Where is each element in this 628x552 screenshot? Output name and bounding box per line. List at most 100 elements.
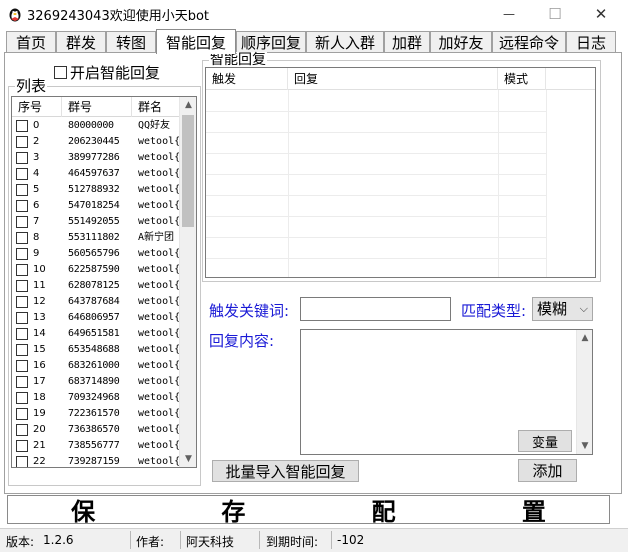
tab-home[interactable]: 首页: [6, 31, 56, 53]
close-button[interactable]: ✕: [578, 0, 624, 28]
row-checkbox[interactable]: [16, 328, 28, 340]
row-no: 11: [33, 280, 46, 291]
column-header-no[interactable]: 序号: [12, 97, 62, 117]
scroll-thumb[interactable]: [182, 115, 194, 227]
row-checkbox[interactable]: [16, 248, 28, 260]
row-group-id: 683261000: [68, 360, 120, 371]
list-item[interactable]: 9 560565796 wetool{: [12, 246, 180, 262]
status-separator: [180, 531, 181, 549]
row-checkbox[interactable]: [16, 424, 28, 436]
row-no: 22: [33, 456, 46, 467]
row-group-id: 643787684: [68, 296, 120, 307]
list-item[interactable]: 17 683714890 wetool{: [12, 374, 180, 390]
keyword-input[interactable]: [300, 297, 451, 321]
row-checkbox[interactable]: [16, 184, 28, 196]
variable-button[interactable]: 变量: [518, 430, 572, 452]
column-header-reply[interactable]: 回复: [288, 68, 498, 90]
row-group-name: QQ好友: [138, 120, 171, 131]
list-item[interactable]: 7 551492055 wetool{: [12, 214, 180, 230]
row-checkbox[interactable]: [16, 232, 28, 244]
row-checkbox[interactable]: [16, 280, 28, 292]
batch-import-button[interactable]: 批量导入智能回复: [212, 460, 359, 482]
row-checkbox[interactable]: [16, 456, 28, 467]
row-no: 2: [33, 136, 40, 147]
row-checkbox[interactable]: [16, 264, 28, 276]
enable-smart-reply-checkbox[interactable]: 开启智能回复: [54, 62, 160, 83]
textarea-scroll-up-icon[interactable]: ▲: [577, 330, 593, 346]
row-group-id: 547018254: [68, 200, 120, 211]
row-checkbox[interactable]: [16, 408, 28, 420]
scroll-down-icon[interactable]: ▼: [180, 451, 196, 467]
row-group-id: 551492055: [68, 216, 120, 227]
group-list[interactable]: 序号 群号 群名 0 80000000 QQ好友 2 206230445 wetool{3…: [11, 96, 197, 468]
list-item[interactable]: 20 736386570 wetool{: [12, 422, 180, 438]
match-type-select[interactable]: 模糊 ⌵: [532, 297, 593, 321]
list-item[interactable]: 12 643787684 wetool{: [12, 294, 180, 310]
row-checkbox[interactable]: [16, 152, 28, 164]
expire-label: 到期时间:: [266, 535, 319, 549]
row-group-name: wetool{: [138, 360, 180, 371]
list-item[interactable]: 16 683261000 wetool{: [12, 358, 180, 374]
list-item[interactable]: 22 739287159 wetool{: [12, 454, 180, 467]
list-item[interactable]: 11 628078125 wetool{: [12, 278, 180, 294]
tab-smart-reply[interactable]: 智能回复: [156, 29, 236, 54]
row-checkbox[interactable]: [16, 344, 28, 356]
row-checkbox[interactable]: [16, 312, 28, 324]
enable-checkbox-box[interactable]: [54, 66, 67, 79]
list-item[interactable]: 0 80000000 QQ好友: [12, 118, 180, 134]
list-item[interactable]: 10 622587590 wetool{: [12, 262, 180, 278]
list-item[interactable]: 8 553111802 A新宁团: [12, 230, 180, 246]
row-group-name: wetool{: [138, 392, 180, 403]
status-separator: [130, 531, 131, 549]
grid-line: [206, 258, 546, 259]
tab-join-group[interactable]: 加群: [384, 31, 430, 53]
row-checkbox[interactable]: [16, 120, 28, 132]
row-no: 4: [33, 168, 40, 179]
minimize-button[interactable]: —: [486, 0, 532, 28]
row-checkbox[interactable]: [16, 440, 28, 452]
grid-line: [206, 237, 546, 238]
list-item[interactable]: 19 722361570 wetool{: [12, 406, 180, 422]
reply-rules-table[interactable]: 触发 回复 模式: [205, 67, 596, 278]
column-header-group-name[interactable]: 群名: [132, 97, 180, 117]
maximize-button[interactable]: ☐: [532, 0, 578, 28]
textarea-scroll-down-icon[interactable]: ▼: [577, 438, 593, 454]
column-header-trigger[interactable]: 触发: [206, 68, 288, 90]
column-header-group-id[interactable]: 群号: [62, 97, 132, 117]
list-item[interactable]: 3 389977286 wetool{: [12, 150, 180, 166]
list-item[interactable]: 15 653548688 wetool{: [12, 342, 180, 358]
row-group-id: 512788932: [68, 184, 120, 195]
list-item[interactable]: 18 709324968 wetool{: [12, 390, 180, 406]
list-item[interactable]: 13 646806957 wetool{: [12, 310, 180, 326]
row-checkbox[interactable]: [16, 296, 28, 308]
tab-add-friend[interactable]: 加好友: [430, 31, 492, 53]
row-checkbox[interactable]: [16, 392, 28, 404]
row-group-id: 738556777: [68, 440, 120, 451]
row-no: 0: [33, 120, 40, 131]
add-button[interactable]: 添加: [518, 459, 577, 482]
list-item[interactable]: 14 649651581 wetool{: [12, 326, 180, 342]
list-item[interactable]: 4 464597637 wetool{: [12, 166, 180, 182]
group-list-scrollbar[interactable]: ▲ ▼: [179, 97, 196, 467]
row-checkbox[interactable]: [16, 376, 28, 388]
tab-convert-image[interactable]: 转图: [106, 31, 156, 53]
tab-group-send[interactable]: 群发: [56, 31, 106, 53]
row-no: 6: [33, 200, 40, 211]
row-checkbox[interactable]: [16, 168, 28, 180]
row-checkbox[interactable]: [16, 136, 28, 148]
list-item[interactable]: 5 512788932 wetool{: [12, 182, 180, 198]
tab-sequential-reply[interactable]: 顺序回复: [236, 31, 306, 53]
list-item[interactable]: 2 206230445 wetool{: [12, 134, 180, 150]
row-checkbox[interactable]: [16, 216, 28, 228]
list-item[interactable]: 6 547018254 wetool{: [12, 198, 180, 214]
tab-log[interactable]: 日志: [566, 31, 616, 53]
list-item[interactable]: 21 738556777 wetool{: [12, 438, 180, 454]
tab-remote-command[interactable]: 远程命令: [492, 31, 566, 53]
row-checkbox[interactable]: [16, 360, 28, 372]
row-checkbox[interactable]: [16, 200, 28, 212]
column-header-mode[interactable]: 模式: [498, 68, 546, 90]
tab-new-member[interactable]: 新人入群: [306, 31, 384, 53]
scroll-up-icon[interactable]: ▲: [180, 97, 196, 113]
save-config-button[interactable]: 保 存 配 置: [7, 495, 610, 526]
reply-content-scrollbar[interactable]: ▲ ▼: [576, 330, 592, 454]
